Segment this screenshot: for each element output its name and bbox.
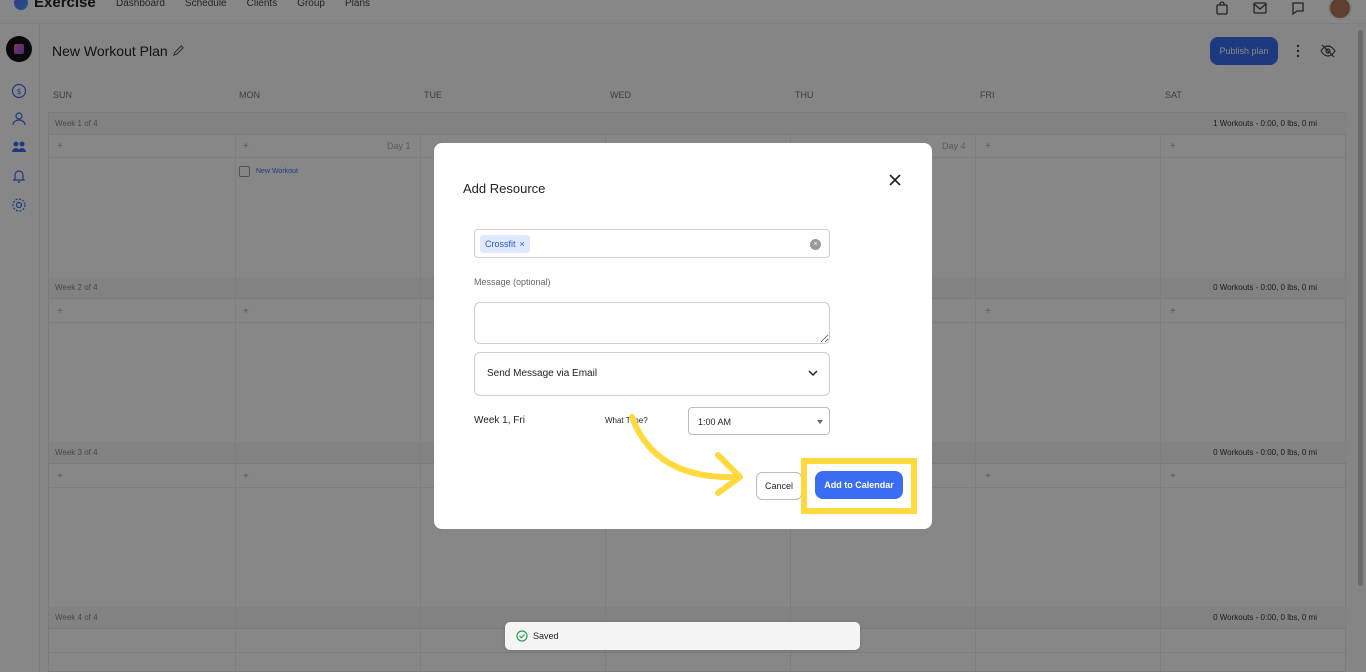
send-method-value: Send Message via Email [487, 368, 598, 379]
cancel-button[interactable]: Cancel [756, 472, 802, 500]
resource-chip-label: Crossfit [485, 239, 516, 249]
modal-title: Add Resource [463, 181, 546, 196]
pointer-arrow-icon [629, 414, 743, 496]
check-circle-icon [516, 630, 528, 642]
saved-toast: Saved [505, 622, 860, 650]
dropdown-arrow-icon [817, 420, 823, 424]
close-button[interactable] [887, 172, 903, 188]
message-textarea[interactable] [474, 302, 830, 344]
resource-chip[interactable]: Crossfit × [480, 235, 530, 253]
clear-icon[interactable]: × [810, 239, 821, 250]
week-day-label: Week 1, Fri [474, 415, 525, 426]
send-method-select[interactable]: Send Message via Email [474, 352, 830, 396]
toast-text: Saved [533, 631, 559, 641]
close-icon [889, 174, 901, 186]
remove-chip-icon[interactable]: × [520, 239, 525, 249]
chevron-down-icon [808, 370, 818, 377]
highlight-box [801, 458, 917, 514]
message-label: Message (optional) [474, 277, 551, 287]
resource-select[interactable]: Crossfit × × [474, 229, 830, 258]
